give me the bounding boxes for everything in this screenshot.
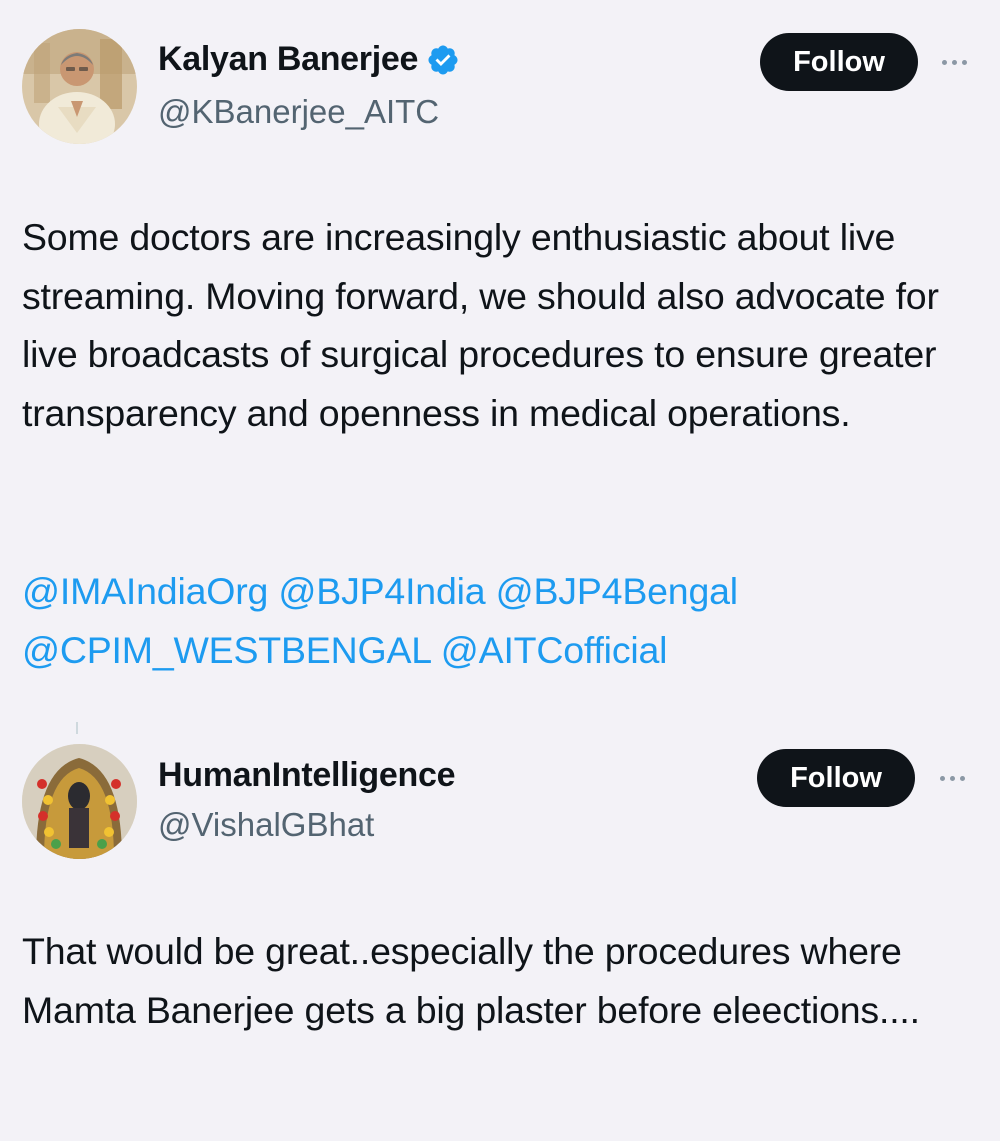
avatar-kalyan-banerjee xyxy=(22,29,137,144)
avatar-human-intelligence xyxy=(22,744,137,859)
mention-link[interactable]: @CPIM_WESTBENGAL xyxy=(22,629,431,671)
tweet-text: That would be great..especially the proc… xyxy=(22,930,920,1031)
mention-link[interactable]: @BJP4India xyxy=(278,570,485,612)
mention-link[interactable]: @BJP4Bengal xyxy=(496,570,738,612)
mentions: @IMAIndiaOrg @BJP4India @BJP4Bengal @CPI… xyxy=(22,562,982,679)
handle[interactable]: @VishalGBhat xyxy=(158,806,374,844)
display-name[interactable]: Kalyan Banerjee xyxy=(158,40,418,79)
verified-badge-icon xyxy=(428,44,458,75)
tweet-text: Some doctors are increasingly enthusiast… xyxy=(22,216,939,434)
more-options-icon[interactable] xyxy=(940,768,965,788)
follow-button[interactable]: Follow xyxy=(760,33,918,91)
mention-link[interactable]: @AITCofficial xyxy=(441,629,668,671)
tweet[interactable]: Kalyan Banerjee @KBanerjee_AITC Follow S… xyxy=(0,0,1000,700)
follow-button[interactable]: Follow xyxy=(757,749,915,807)
thread-divider xyxy=(76,722,78,734)
avatar[interactable] xyxy=(22,744,137,859)
tweet[interactable]: HumanIntelligence @VishalGBhat Follow Th… xyxy=(0,700,1000,1141)
mention-link[interactable]: @IMAIndiaOrg xyxy=(22,570,268,612)
display-name[interactable]: HumanIntelligence xyxy=(158,756,455,795)
handle[interactable]: @KBanerjee_AITC xyxy=(158,93,439,131)
more-options-icon[interactable] xyxy=(942,52,967,72)
avatar[interactable] xyxy=(22,29,137,144)
